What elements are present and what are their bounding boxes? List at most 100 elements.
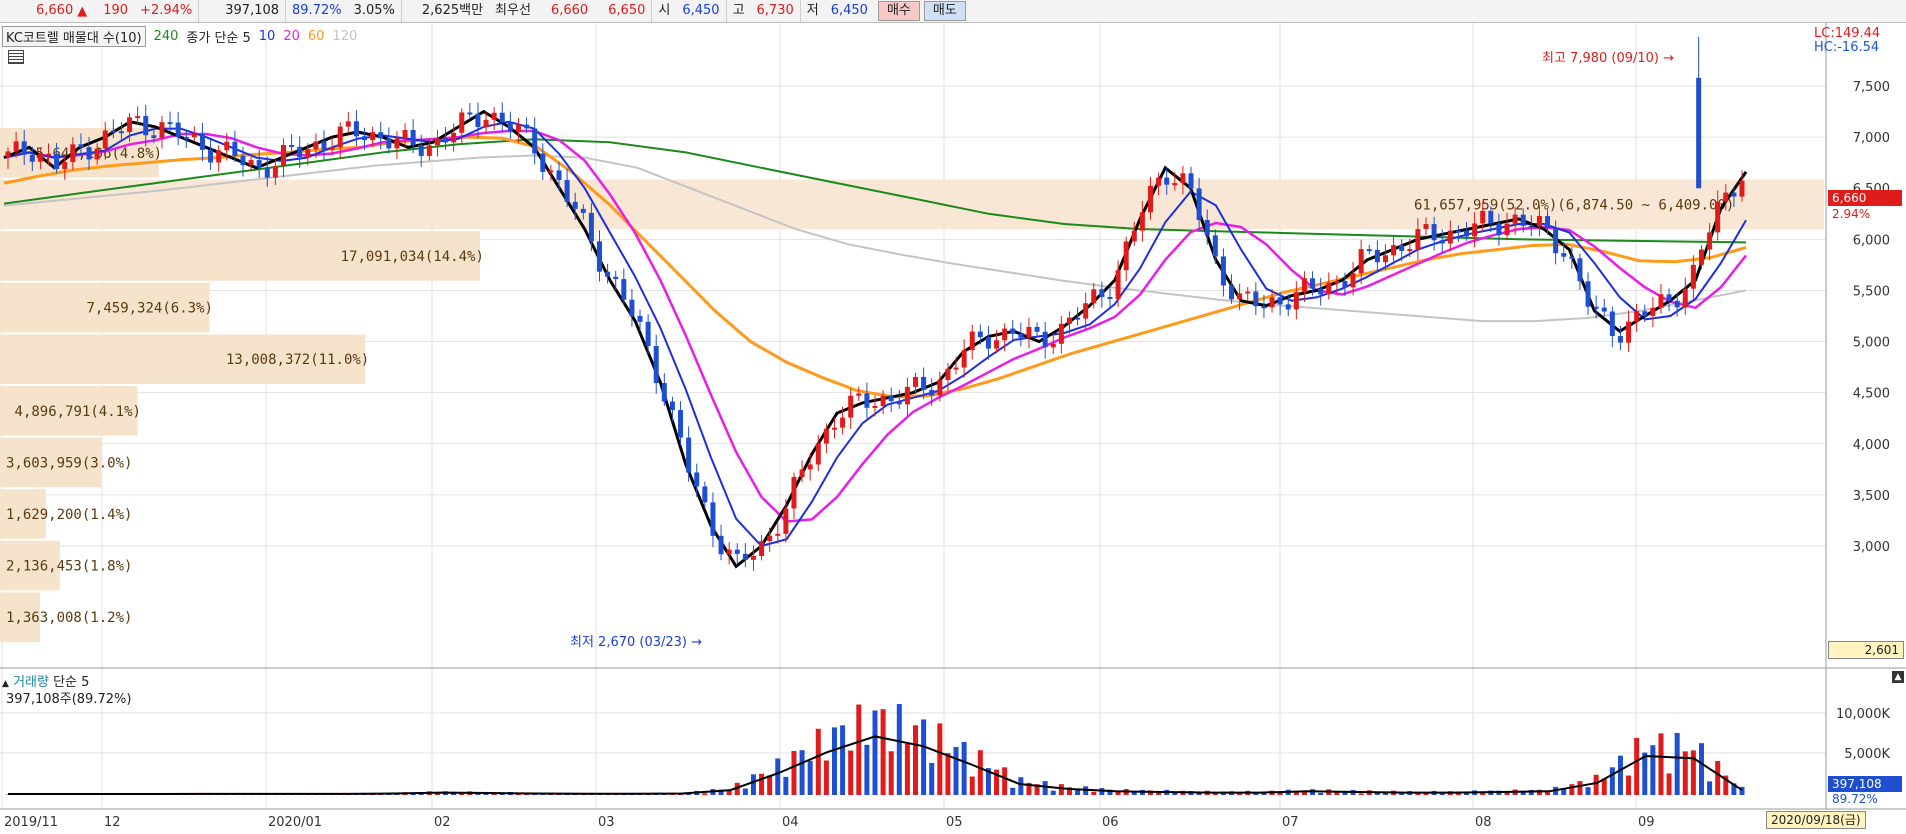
volume-bar [1569,784,1575,795]
volume-profile-label: 61,657,959(52.0%)(6,874.50 ~ 6,409.00) [1414,197,1734,213]
candle-body [1723,192,1729,202]
ma-type-legend[interactable]: 종가 단순 5 [186,27,250,46]
candle-body [1674,300,1680,308]
candle-body [102,130,108,149]
candle-body [1698,249,1704,265]
candle-body [921,376,927,390]
candle-body [256,160,262,168]
volume-bar [921,719,927,795]
candle-body [742,553,748,560]
candle-body [1707,232,1713,250]
candle-body [1123,241,1129,271]
volume-bar [937,723,943,795]
candle-body [710,502,716,536]
candle-body [313,141,319,150]
candle-body [1310,278,1316,289]
candle-body [1139,212,1145,231]
arrow-right-icon: → [691,635,703,650]
candle-body [1245,291,1251,294]
volume-bar [1545,791,1551,795]
candle-body [86,147,92,160]
candle-body [678,410,684,438]
panel-menu-icon[interactable] [8,50,24,64]
right-axis-value: 2,601 [1828,641,1904,659]
candle-body [588,212,594,242]
candle-body [1342,280,1348,288]
candle-body [1326,282,1332,295]
open-price: 6,450 [682,3,720,18]
volume-profile-label: 2,136,453(1.8%) [6,559,132,575]
candle-body [118,131,124,134]
candle-body [54,153,60,169]
low-label: 저 [799,0,825,22]
candle-body [1058,323,1064,344]
candle-body [1099,289,1105,297]
candle-body [443,138,449,143]
candle-body [175,122,181,138]
volume-bar [823,760,829,795]
candle-body [426,145,432,156]
ma10-legend[interactable]: 10 [259,29,276,44]
candle-body [37,154,43,162]
candle-body [329,147,335,150]
candle-body [1666,294,1672,301]
candle-body [985,337,991,349]
stock-chart[interactable]: 1,363,008(1.2%) 2,136,453(1.8%) 1,629,200(… [0,23,1906,834]
candle-body [994,340,1000,349]
candle-body [362,136,368,141]
volume-bar [1650,745,1656,795]
price-change-pct: +2.94% [140,3,193,18]
candle-body [597,241,603,272]
candle-body [1091,289,1097,304]
candle-body [653,346,659,384]
candle-body [1399,245,1405,251]
candle-body [848,395,854,418]
indicator-title[interactable]: KC코트렐 매물대 수(10) [2,25,146,47]
candle-body [1504,223,1510,236]
candle-body [1577,258,1583,282]
candle-body [1642,311,1648,316]
ma60-legend[interactable]: 60 [308,29,325,44]
volume-profile-label: 13,008,372(11.0%) [226,352,369,368]
high-price: 6,730 [756,3,794,18]
candle-body [1075,317,1081,320]
volume-bar [759,773,765,795]
ma20-legend[interactable]: 20 [283,29,300,44]
volume-bar [888,751,894,795]
close-panel-icon[interactable]: ▲ [1892,671,1904,683]
candle-body [1553,228,1559,254]
volume-ratio: 89.72% [285,0,348,22]
candle-body [1026,326,1032,338]
current-pct-badge: 2.94% [1832,207,1871,221]
ma240-legend[interactable]: 240 [154,29,179,44]
candle-body [580,208,586,213]
volume-bar [1091,791,1097,795]
candle-body [1545,216,1551,229]
candle-body [232,141,238,156]
candle-body [199,133,205,150]
candle-body [1447,230,1453,244]
current-price: 6,660 [36,3,74,18]
ma120-legend[interactable]: 120 [332,29,357,44]
candle-body [856,393,862,396]
candle-body [1050,343,1056,348]
volume-bar [775,758,781,795]
candle-body [1626,321,1632,343]
candle-body [467,112,473,115]
candle-body [1301,278,1307,293]
volume-bar [864,744,870,795]
candle-body [321,141,327,150]
candle-body [1407,249,1413,252]
candle-body [556,170,562,181]
candle-body [1220,256,1226,286]
volume-bar [1318,792,1324,795]
volume-bar [1585,787,1591,795]
sell-button[interactable]: 매도 [923,1,966,21]
candle-body [1731,192,1737,197]
buy-button[interactable]: 매수 [877,1,920,21]
candle-body [1229,285,1235,300]
price-tick-label: 6,000 [1853,233,1890,248]
candle-body [1131,230,1137,242]
candle-body [888,395,894,402]
volume-profile-label: 7,459,324(6.3%) [86,301,212,317]
